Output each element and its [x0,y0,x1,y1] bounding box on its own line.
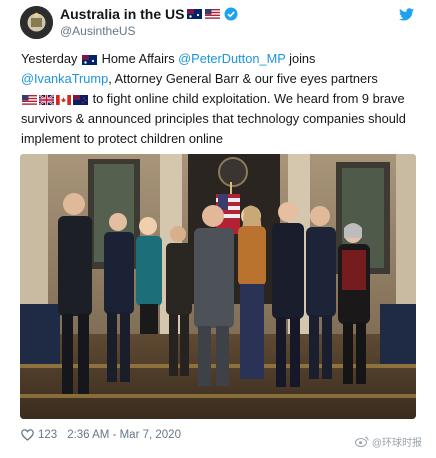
tweet-text-segment: Yesterday [21,51,78,66]
us-flag-icon [22,94,37,105]
au-flag-icon [82,54,98,65]
group-photo-image [20,154,416,419]
account-avatar[interactable] [20,6,53,39]
tweet-photo[interactable] [20,154,416,419]
au-flag-icon [187,9,203,19]
tweet-text: Yesterday Home Affairs @PeterDutton_MP j… [21,49,423,149]
tweet-card: Australia in the US @AusintheUS Yesterda… [0,0,436,458]
watermark-text: @环球时报 [371,438,422,449]
verified-badge-icon [224,7,238,21]
like-count: 123 [38,429,58,441]
us-flag-icon [205,9,221,19]
account-display-name[interactable]: Australia in the US [60,6,238,22]
display-name-text[interactable]: Australia in the US [60,6,184,22]
tweet-text-segment: joins [289,51,316,66]
tweet-text-segment: Home Affairs [101,51,175,66]
account-handle[interactable]: @AusintheUS [60,24,136,38]
coat-of-arms-icon [20,6,53,39]
nz-flag-icon [73,94,88,105]
tweet-text-segment: , Attorney General Barr & our five eyes … [108,71,378,86]
like-heart-icon[interactable] [21,429,34,441]
weibo-logo-icon [354,436,369,447]
mention-link-peterdutton[interactable]: @PeterDutton_MP [178,51,285,66]
watermark: @环球时报 [354,434,422,449]
tweet-timestamp[interactable]: 2:36 AM - Mar 7, 2020 [67,429,181,441]
uk-flag-icon [39,94,54,105]
ca-flag-icon [56,94,71,105]
twitter-bird-icon[interactable] [399,8,414,21]
tweet-footer: 123 2:36 AM - Mar 7, 2020 [21,429,181,441]
mention-link-ivankatrump[interactable]: @IvankaTrump [21,71,108,86]
